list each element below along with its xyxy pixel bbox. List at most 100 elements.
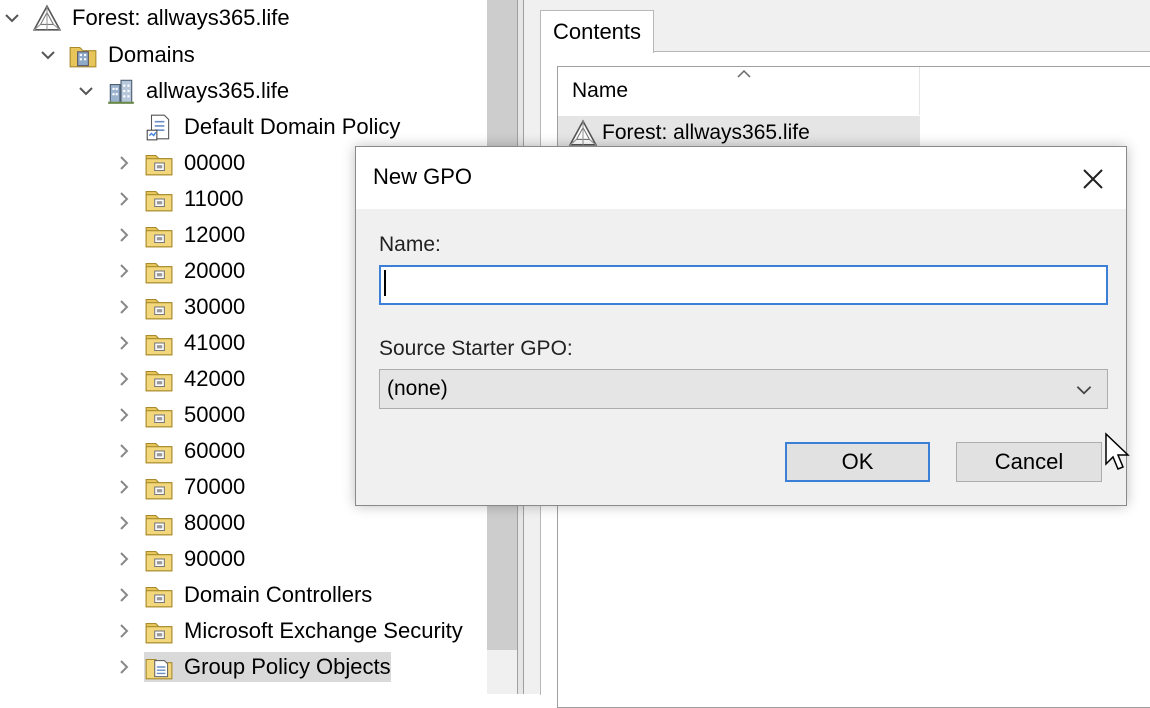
ok-button[interactable]: OK (785, 442, 930, 482)
ou-folder-icon (144, 148, 174, 178)
dialog-title: New GPO (373, 164, 473, 189)
tree-item-label: 60000 (184, 438, 246, 463)
tree-item-ou[interactable]: 60000 (112, 433, 245, 469)
chevron-right-icon[interactable] (112, 655, 136, 679)
tree-item-label: allways365.life (146, 78, 290, 103)
chevron-right-icon[interactable] (112, 367, 136, 391)
domain-building-icon (106, 76, 136, 106)
tree-item-label: Group Policy Objects (184, 652, 391, 682)
chevron-right-icon[interactable] (112, 403, 136, 427)
chevron-right-icon[interactable] (112, 295, 136, 319)
mouse-pointer-icon (1105, 432, 1130, 470)
tree-item-default-domain-policy[interactable]: Default Domain Policy (112, 109, 400, 145)
tree-item-label: 41000 (184, 330, 246, 355)
tree-item-label: Forest: allways365.life (72, 5, 290, 30)
ou-folder-icon (144, 364, 174, 394)
tree-item-label: 80000 (184, 510, 246, 535)
tree-item-ou[interactable]: 80000 (112, 505, 245, 541)
tree-item-label: Domain Controllers (184, 582, 373, 607)
tree-item-ou[interactable]: 50000 (112, 397, 245, 433)
chevron-right-icon[interactable] (112, 331, 136, 355)
ou-folder-icon (144, 580, 174, 610)
close-button[interactable] (1076, 162, 1110, 196)
tree-item-label: 30000 (184, 294, 246, 319)
text-caret (384, 270, 386, 296)
forest-triangle-icon (568, 118, 598, 148)
chevron-down-icon[interactable] (0, 6, 24, 30)
folder-icon (148, 688, 178, 694)
close-icon (1083, 169, 1103, 189)
gpo-folder-icon (144, 652, 184, 682)
tree-item-label: 12000 (184, 222, 246, 247)
chevron-right-icon[interactable] (112, 259, 136, 283)
chevron-right-icon[interactable] (112, 583, 136, 607)
tree-item-label: 70000 (184, 474, 246, 499)
ou-folder-icon (144, 184, 174, 214)
tree-item-ou[interactable]: 30000 (112, 289, 245, 325)
ou-folder-icon (144, 616, 174, 646)
tree-item-partial (148, 685, 188, 694)
ou-folder-icon (144, 508, 174, 538)
tree-item-ou[interactable]: 20000 (112, 253, 245, 289)
tree-item-label: Domains (108, 42, 195, 67)
tree-item-label: 20000 (184, 258, 246, 283)
tree-item-group-policy-objects[interactable]: Group Policy Objects (112, 649, 391, 685)
dialog-titlebar[interactable]: New GPO (356, 147, 1126, 209)
tree-item-domain[interactable]: allways365.life (74, 73, 289, 109)
ou-folder-icon (144, 436, 174, 466)
sort-ascending-icon (737, 69, 751, 78)
tree-item-label: 50000 (184, 402, 246, 427)
column-header-label: Name (572, 79, 629, 102)
tree-item-ou[interactable]: 11000 (112, 181, 244, 217)
chevron-right-icon[interactable] (112, 547, 136, 571)
select-value: (none) (387, 377, 448, 400)
tree-item-label: 42000 (184, 366, 246, 391)
chevron-right-icon[interactable] (112, 151, 136, 175)
tree-item-label: 90000 (184, 546, 246, 571)
name-label: Name: (379, 233, 441, 256)
tree-item-ou[interactable]: 41000 (112, 325, 245, 361)
tree-item-ou[interactable]: Microsoft Exchange Security (112, 613, 463, 649)
forest-triangle-icon (32, 3, 62, 33)
name-input[interactable] (379, 265, 1108, 305)
tab-label: Contents (552, 19, 642, 44)
source-starter-gpo-select[interactable]: (none) (379, 369, 1108, 409)
chevron-down-icon[interactable] (36, 43, 60, 67)
list-item[interactable]: Forest: allways365.life (558, 116, 920, 150)
button-label: OK (841, 449, 874, 474)
tree-item-label: 00000 (184, 150, 246, 175)
tree-item-forest[interactable]: Forest: allways365.life (0, 0, 290, 36)
tree-item-ou[interactable]: 42000 (112, 361, 245, 397)
ou-folder-icon (144, 292, 174, 322)
tree-item-domains[interactable]: Domains (36, 37, 195, 73)
tree-item-ou[interactable]: 70000 (112, 469, 245, 505)
chevron-right-icon[interactable] (112, 439, 136, 463)
chevron-down-icon (1076, 386, 1092, 395)
tree-item-ou[interactable]: 00000 (112, 145, 245, 181)
chevron-down-icon[interactable] (74, 79, 98, 103)
policy-document-icon (144, 112, 174, 142)
ou-folder-icon (144, 328, 174, 358)
chevron-right-icon[interactable] (112, 511, 136, 535)
cancel-button[interactable]: Cancel (956, 442, 1102, 482)
ou-folder-icon (144, 544, 174, 574)
ou-folder-icon (144, 472, 174, 502)
tree-item-ou[interactable]: 90000 (112, 541, 245, 577)
tree-item-label: 11000 (184, 186, 244, 211)
list-item-label: Forest: allways365.life (602, 121, 810, 144)
new-gpo-dialog: New GPO Name: Source Starter GPO: (none)… (355, 146, 1127, 506)
tree-item-ou[interactable]: Domain Controllers (112, 577, 372, 613)
button-label: Cancel (994, 449, 1064, 474)
tab-contents[interactable]: Contents (540, 10, 654, 53)
tree-item-label: Microsoft Exchange Security (184, 618, 463, 643)
tree-item-label: Default Domain Policy (184, 114, 401, 139)
ou-folder-icon (144, 220, 174, 250)
chevron-right-icon[interactable] (112, 187, 136, 211)
tree-item-ou[interactable]: 12000 (112, 217, 245, 253)
ou-folder-icon (144, 256, 174, 286)
chevron-right-icon[interactable] (112, 619, 136, 643)
chevron-right-icon[interactable] (112, 475, 136, 499)
domains-folder-icon (68, 40, 98, 70)
chevron-right-icon[interactable] (112, 223, 136, 247)
source-starter-gpo-label: Source Starter GPO: (379, 337, 573, 360)
